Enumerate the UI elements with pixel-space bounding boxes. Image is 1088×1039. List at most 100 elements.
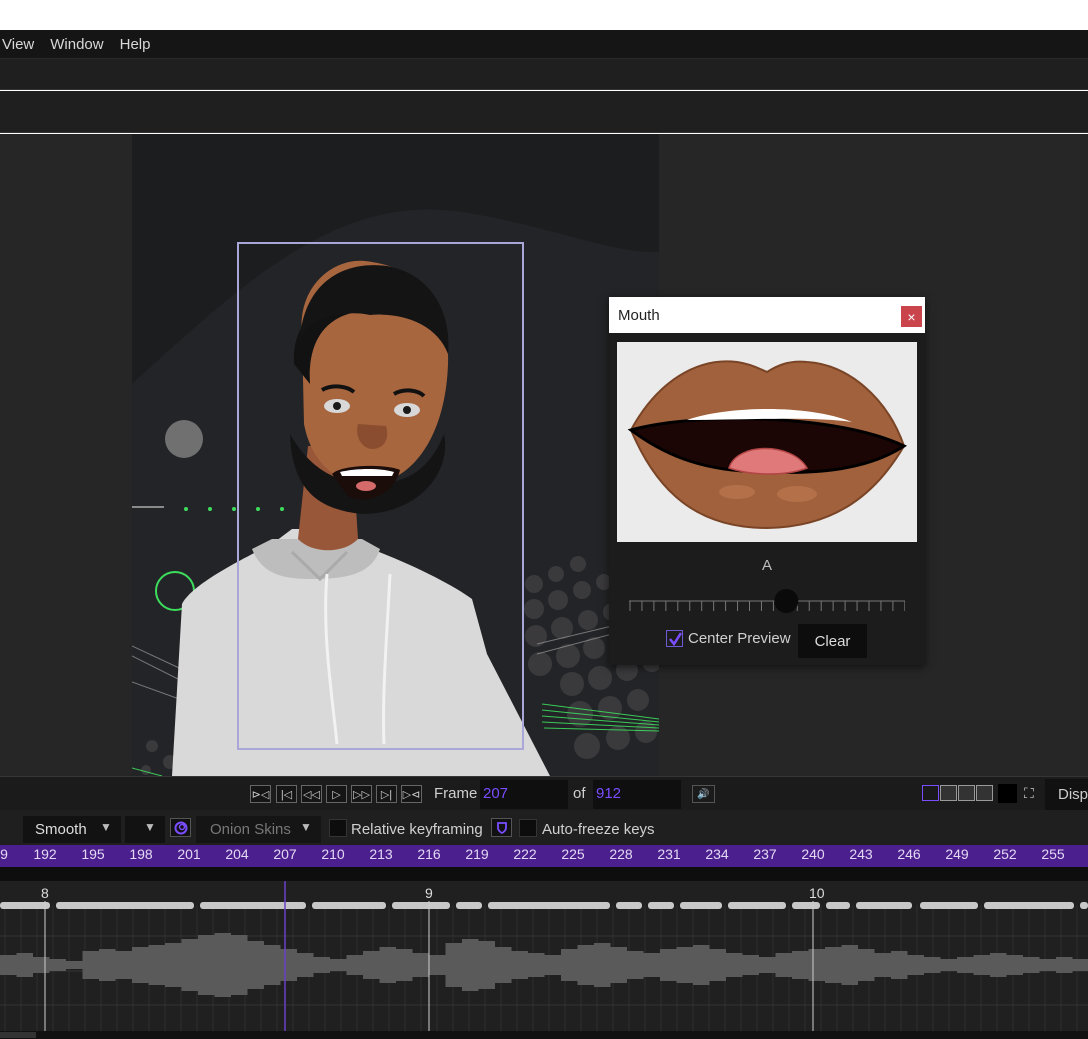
layout-stack-icon[interactable] [958, 785, 975, 801]
second-marker-label: 8 [41, 885, 49, 901]
ruler-tick-label: 219 [465, 846, 489, 862]
close-icon: × [907, 308, 916, 325]
keyframe-bar [648, 902, 674, 909]
ruler-tick-label: 249 [945, 846, 969, 862]
ruler-tick-label: 201 [177, 846, 201, 862]
auto-freeze-label: Auto-freeze keys [542, 821, 655, 838]
keyframe-bar [1080, 902, 1088, 909]
menu-view[interactable]: View [2, 36, 34, 53]
menu-window[interactable]: Window [50, 36, 103, 53]
play-button[interactable]: ▷ [326, 785, 347, 803]
horizontal-scrollbar[interactable] [0, 1031, 1088, 1039]
ruler-tick-label: 252 [993, 846, 1017, 862]
scene-canvas[interactable] [132, 134, 659, 776]
keyframe-bar [984, 902, 1074, 909]
chevron-down-icon: ▼ [300, 820, 312, 834]
mouth-panel: Mouth × A Center Preview Clear [609, 297, 925, 665]
ruler-tick-label: 207 [273, 846, 297, 862]
shield-icon[interactable] [491, 818, 512, 837]
second-marker-label: 10 [809, 885, 825, 901]
skip-end-icon: ▷| [380, 788, 393, 801]
timeline-ruler[interactable]: 9 192 195 198 201 204 207 210 213 216 219 222 225 228… [0, 845, 1088, 867]
ruler-tick-label: 222 [513, 846, 537, 862]
ruler-tick-label: 234 [705, 846, 729, 862]
loop-icon: ⊳◁ [251, 788, 270, 801]
ruler-tick-label: 195 [81, 846, 105, 862]
center-preview-checkbox[interactable] [666, 630, 683, 647]
chevron-down-icon: ▼ [100, 820, 112, 834]
relative-keyframing-checkbox[interactable] [329, 819, 347, 837]
keyframe-bar [312, 902, 386, 909]
slider-knob[interactable] [774, 589, 799, 613]
gray-circle [165, 420, 203, 458]
display-button[interactable]: Disp [1045, 779, 1088, 810]
slider-track [629, 589, 906, 613]
rewind-icon: ◁◁ [303, 788, 320, 801]
keyframe-bar [392, 902, 450, 909]
timeline-tracks[interactable]: 8 9 10 [0, 881, 1088, 1031]
skip-start-icon: |◁ [280, 788, 293, 801]
ruler-tick-label: 204 [225, 846, 249, 862]
close-button[interactable]: × [900, 305, 923, 328]
volume-icon: 🔊 [697, 788, 710, 800]
ruler-tick-label: 246 [897, 846, 921, 862]
chevron-down-icon: ▼ [144, 820, 156, 834]
viseme-label: A [761, 557, 772, 574]
ruler-tick-label: 231 [657, 846, 681, 862]
timeline-options-bar: Smooth ▼ ▼ Onion Skins ▼ Relative keyfra… [0, 810, 1088, 845]
keyframe-bar [856, 902, 912, 909]
crop-icon[interactable]: ⛶ [1024, 785, 1034, 802]
ruler-tick-label: 240 [801, 846, 825, 862]
scroll-thumb[interactable] [0, 1032, 36, 1038]
layout-selector [922, 785, 993, 802]
keyframe-bar [616, 902, 642, 909]
mouth-preview [617, 342, 917, 542]
frame-input[interactable]: 207 [480, 780, 568, 809]
mouth-viseme-image [627, 360, 908, 530]
ruler-tick-label: 225 [561, 846, 585, 862]
background-color-swatch[interactable] [998, 784, 1017, 803]
onion-skin-icon[interactable] [170, 818, 191, 837]
ruler-tick-label: 9 [0, 846, 8, 862]
ruler-tick-label: 255 [1041, 846, 1065, 862]
checkmark-icon [668, 631, 682, 646]
center-preview-label: Center Preview [688, 630, 791, 647]
scene-artwork [132, 209, 659, 776]
ruler-tick-label: 213 [369, 846, 393, 862]
layout-split-icon[interactable] [940, 785, 957, 801]
total-frames-input[interactable]: 912 [593, 780, 681, 809]
ruler-divider [0, 867, 1088, 881]
keyframe-bar [920, 902, 978, 909]
ruler-tick-label: 216 [417, 846, 441, 862]
keyframe-bar [456, 902, 482, 909]
keyframe-bar [826, 902, 850, 909]
loop-end-button[interactable]: ▷⊲ [401, 785, 422, 803]
step-forward-button[interactable]: ▷▷ [351, 785, 372, 803]
go-start-button[interactable]: |◁ [276, 785, 297, 803]
go-end-button[interactable]: ▷| [376, 785, 397, 803]
ruler-tick-label: 237 [753, 846, 777, 862]
ruler-tick-label: 210 [321, 846, 345, 862]
tracks-artwork: 8 9 10 [0, 881, 1088, 1031]
loop-start-button[interactable]: ⊳◁ [250, 785, 271, 803]
menu-help[interactable]: Help [120, 36, 151, 53]
viseme-slider[interactable] [629, 589, 906, 619]
volume-button[interactable]: 🔊 [692, 785, 715, 803]
title-area [0, 0, 1088, 30]
ruler-tick-label: 198 [129, 846, 153, 862]
auto-freeze-checkbox[interactable] [519, 819, 537, 837]
second-marker-label: 9 [425, 885, 433, 901]
layout-grid-icon[interactable] [976, 785, 993, 801]
layout-single-icon[interactable] [922, 785, 939, 801]
frame-label: Frame [434, 785, 478, 802]
keyframe-bar [488, 902, 610, 909]
keyframe-bar [200, 902, 306, 909]
of-label: of [573, 785, 586, 802]
keyframe-bar [0, 902, 50, 909]
keyframe-bar [56, 902, 194, 909]
step-back-button[interactable]: ◁◁ [301, 785, 322, 803]
clear-button[interactable]: Clear [798, 624, 867, 658]
fast-forward-icon: ▷▷ [353, 788, 370, 801]
ruler-tick-label: 243 [849, 846, 873, 862]
transport-bar: ⊳◁ |◁ ◁◁ ▷ ▷▷ ▷| ▷⊲ Frame 207 of 912 🔊 ⛶… [0, 776, 1088, 810]
